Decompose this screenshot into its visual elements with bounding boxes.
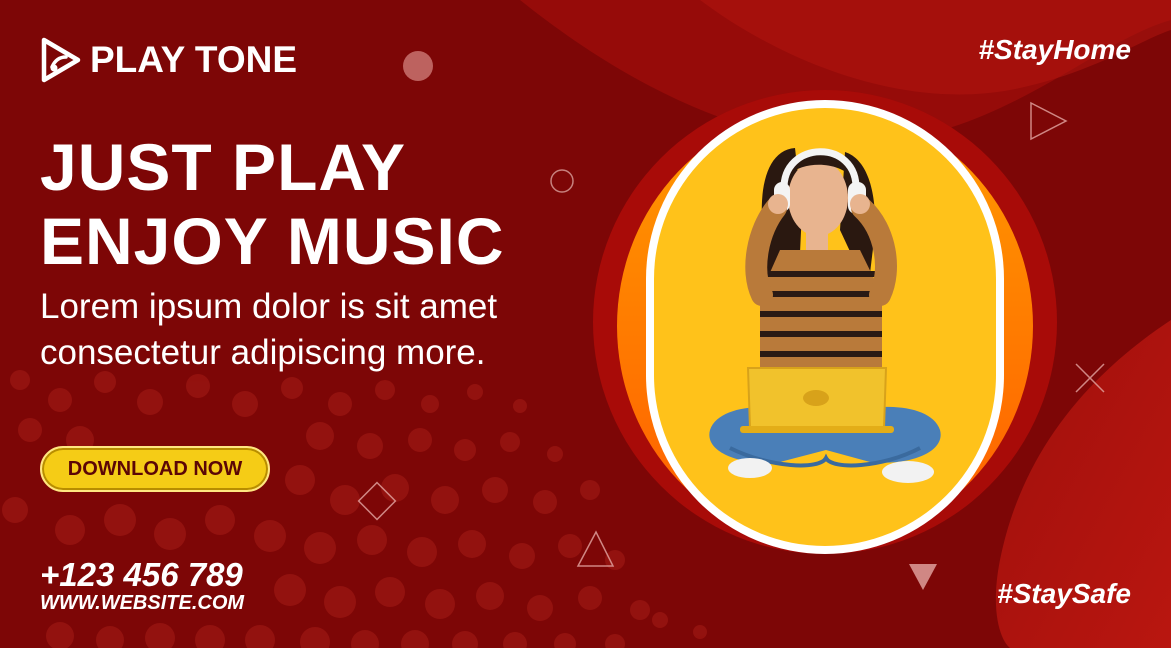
person-illustration xyxy=(656,112,994,542)
description-line-1: Lorem ipsum dolor is sit amet xyxy=(40,287,498,326)
website-link[interactable]: WWW.WEBSITE.COM xyxy=(40,592,244,615)
play-logo-icon xyxy=(41,37,81,83)
headline-line-1: JUST PLAY xyxy=(40,130,407,204)
promo-banner: PLAY TONE #StayHome #StaySafe JUST PLAY … xyxy=(0,0,1171,648)
hero-photo xyxy=(593,90,1057,554)
hashtag-stay-safe: #StaySafe xyxy=(997,578,1131,609)
headline: JUST PLAY ENJOY MUSIC xyxy=(40,130,505,278)
hashtag-stay-home: #StayHome xyxy=(978,34,1131,65)
brand-name: PLAY TONE xyxy=(90,39,298,80)
phone-number: +123 456 789 xyxy=(40,556,243,593)
brand-logo[interactable]: PLAY TONE xyxy=(38,36,297,84)
download-now-button[interactable]: DOWNLOAD NOW xyxy=(40,446,270,492)
description-line-2: consectetur adipiscing more. xyxy=(40,333,486,372)
description: Lorem ipsum dolor is sit amet consectetu… xyxy=(40,284,497,376)
headline-line-2: ENJOY MUSIC xyxy=(40,204,505,278)
decor-circle xyxy=(403,51,433,81)
